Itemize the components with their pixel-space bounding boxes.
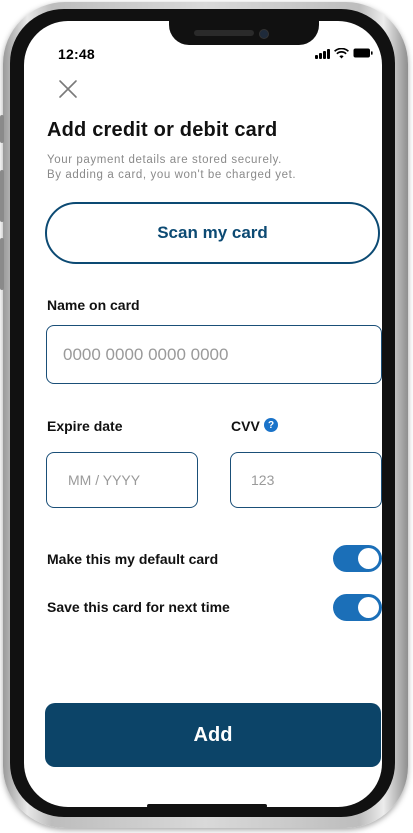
- mute-switch: [0, 115, 4, 143]
- battery-icon: [353, 48, 373, 58]
- scan-card-button[interactable]: Scan my card: [45, 202, 380, 264]
- expire-date-label: Expire date: [47, 418, 123, 434]
- default-card-toggle[interactable]: [333, 545, 382, 572]
- speaker: [194, 30, 254, 36]
- toggle-knob: [358, 597, 379, 618]
- front-camera: [259, 29, 269, 39]
- name-on-card-label: Name on card: [47, 297, 140, 313]
- default-card-label: Make this my default card: [47, 551, 219, 567]
- wifi-icon: [334, 47, 349, 58]
- expire-date-input[interactable]: [46, 452, 198, 508]
- home-indicator[interactable]: [147, 804, 267, 808]
- cvv-input[interactable]: [230, 452, 382, 508]
- status-time: 12:48: [58, 46, 95, 62]
- notch: [169, 12, 319, 45]
- question-icon[interactable]: ?: [264, 418, 278, 432]
- subtitle-line-1: Your payment details are stored securely…: [47, 154, 282, 166]
- subtitle-line-2: By adding a card, you won't be charged y…: [47, 169, 297, 181]
- toggle-knob: [358, 548, 379, 569]
- save-card-toggle[interactable]: [333, 594, 382, 621]
- close-button[interactable]: [56, 77, 80, 101]
- save-card-label: Save this card for next time: [47, 599, 230, 615]
- add-button[interactable]: Add: [45, 703, 381, 767]
- name-on-card-input[interactable]: [46, 325, 382, 384]
- page-title: Add credit or debit card: [47, 119, 278, 141]
- cvv-label: CVV: [231, 418, 260, 434]
- page-subtitle: Your payment details are stored securely…: [47, 153, 357, 183]
- close-icon: [59, 80, 77, 98]
- status-icons: [315, 46, 373, 60]
- volume-down-button: [0, 238, 4, 290]
- signal-icon: [315, 48, 330, 59]
- volume-up-button: [0, 170, 4, 222]
